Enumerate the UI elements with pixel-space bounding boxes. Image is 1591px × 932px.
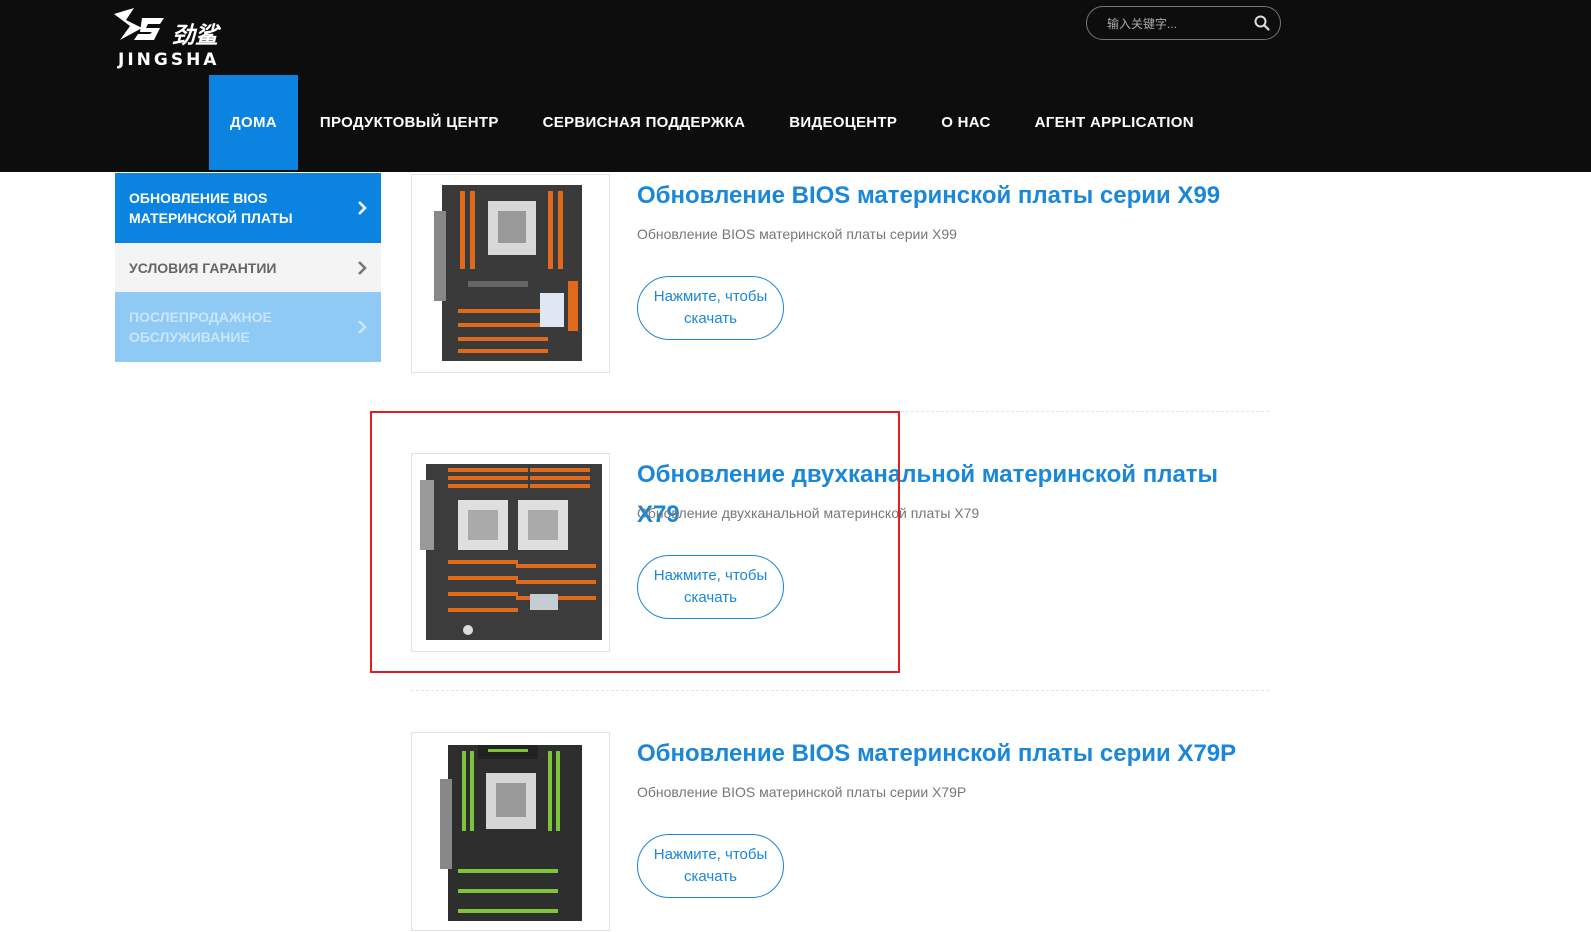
download-button[interactable]: Нажмите, чтобы скачать: [637, 834, 784, 898]
site-header: 劲鲨 JINGSHA ДОМА ПРОДУКТОВЫЙ ЦЕНТР СЕРВИС…: [0, 0, 1591, 172]
download-button[interactable]: Нажмите, чтобы скачать: [637, 276, 784, 340]
motherboard-x79-dual-image: [420, 464, 602, 640]
nav-home[interactable]: ДОМА: [209, 75, 298, 170]
nav-about-us[interactable]: О НАС: [919, 75, 1012, 170]
product-description: Обновление BIOS материнской платы серии …: [637, 784, 967, 800]
chevron-right-icon: [358, 201, 367, 215]
sidebar: ОБНОВЛЕНИЕ BIOS МАТЕРИНСКОЙ ПЛАТЫ УСЛОВИ…: [115, 173, 381, 362]
chevron-right-icon: [358, 320, 367, 334]
jingsha-logo[interactable]: 劲鲨 JINGSHA: [112, 6, 262, 70]
motherboard-x99-image: [434, 185, 582, 361]
sidebar-item-label: ОБНОВЛЕНИЕ BIOS МАТЕРИНСКОЙ ПЛАТЫ: [129, 190, 293, 226]
product-thumbnail[interactable]: [411, 732, 610, 931]
product-item: Обновление двухканальной материнской пла…: [411, 453, 1269, 653]
motherboard-x79p-image: [440, 745, 582, 921]
divider: [411, 690, 1269, 691]
product-item: Обновление BIOS материнской платы серии …: [411, 732, 1269, 932]
nav-service-support[interactable]: СЕРВИСНАЯ ПОДДЕРЖКА: [521, 75, 768, 170]
logo-wordmark: JINGSHA: [118, 50, 220, 70]
chevron-right-icon: [358, 260, 367, 275]
search-input[interactable]: [1105, 14, 1249, 34]
sidebar-item-label: УСЛОВИЯ ГАРАНТИИ: [129, 259, 277, 276]
logo-chinese-text: 劲鲨: [172, 23, 218, 49]
sidebar-item-bios-update[interactable]: ОБНОВЛЕНИЕ BIOS МАТЕРИНСКОЙ ПЛАТЫ: [115, 173, 381, 243]
sidebar-item-after-sales[interactable]: ПОСЛЕПРОДАЖНОЕ ОБСЛУЖИВАНИЕ: [115, 292, 381, 362]
product-thumbnail[interactable]: [411, 174, 610, 373]
sidebar-item-warranty[interactable]: УСЛОВИЯ ГАРАНТИИ: [115, 243, 381, 292]
search-icon[interactable]: [1254, 15, 1270, 31]
nav-video-center[interactable]: ВИДЕОЦЕНТР: [767, 75, 919, 170]
search-box: [1086, 6, 1281, 40]
nav-product-center[interactable]: ПРОДУКТОВЫЙ ЦЕНТР: [298, 75, 521, 170]
product-title[interactable]: Обновление BIOS материнской платы серии …: [637, 176, 1267, 216]
main-nav: ДОМА ПРОДУКТОВЫЙ ЦЕНТР СЕРВИСНАЯ ПОДДЕРЖ…: [209, 75, 1216, 170]
download-button[interactable]: Нажмите, чтобы скачать: [637, 555, 784, 619]
sidebar-item-label: ПОСЛЕПРОДАЖНОЕ ОБСЛУЖИВАНИЕ: [129, 309, 272, 345]
product-title[interactable]: Обновление BIOS материнской платы серии …: [637, 734, 1267, 774]
nav-agent-application[interactable]: АГЕНТ APPLICATION: [1013, 75, 1216, 170]
product-title[interactable]: Обновление двухканальной материнской пла…: [637, 455, 1267, 535]
product-thumbnail[interactable]: [411, 453, 610, 652]
product-description: Обновление BIOS материнской платы серии …: [637, 226, 957, 242]
product-item: Обновление BIOS материнской платы серии …: [411, 174, 1269, 374]
divider: [411, 411, 1269, 412]
product-description: Обновление двухканальной материнской пла…: [637, 505, 980, 521]
